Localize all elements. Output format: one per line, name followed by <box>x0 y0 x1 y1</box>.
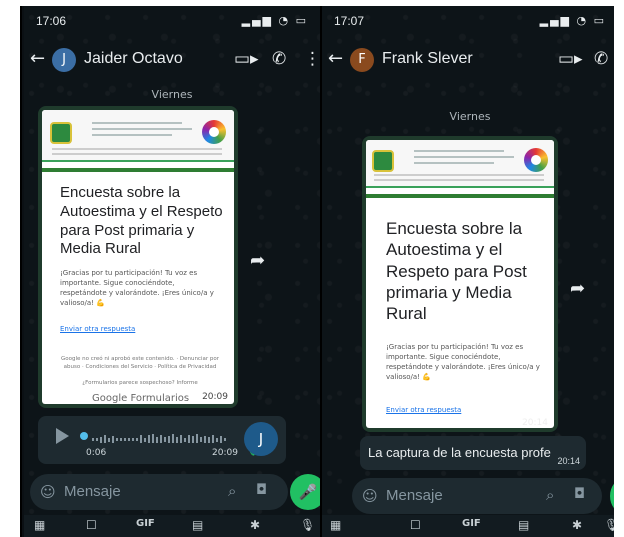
camera-icon[interactable]: ◘ <box>256 482 267 498</box>
menu-dots-icon[interactable]: ⋮ <box>304 49 320 69</box>
contact-avatar[interactable]: F <box>350 48 374 72</box>
play-icon[interactable] <box>56 428 69 444</box>
gif-button[interactable]: GIF <box>136 518 155 529</box>
voice-message[interactable]: 0:06 20:09 🎙 J <box>38 416 286 464</box>
mic-button[interactable]: 🎤 <box>290 474 320 510</box>
status-icons: ▂▄▆ ◔ ▭ <box>241 14 308 27</box>
message-input[interactable]: Mensaje <box>386 487 443 504</box>
school-header <box>366 140 554 188</box>
school-header <box>42 110 234 162</box>
forward-icon[interactable]: ➦ <box>250 250 265 271</box>
settings-icon[interactable]: ✱ <box>250 518 260 532</box>
mic-button[interactable]: 🎤 <box>610 478 614 514</box>
video-call-icon[interactable]: ▭▸ <box>234 49 259 69</box>
survey-confirmation-text: ¡Gracias por tu participación! Tu voz es… <box>386 343 540 382</box>
survey-screenshot: Encuesta sobre la Autoestima y el Respet… <box>366 140 554 428</box>
submit-another-link[interactable]: Enviar otra respuesta <box>386 406 461 414</box>
school-shield-logo <box>372 150 394 172</box>
audio-waveform[interactable] <box>92 429 232 443</box>
status-bar: 17:06 ▂▄▆ ◔ ▭ <box>24 6 320 34</box>
chat-panel-left: 17:06 ▂▄▆ ◔ ▭ ← J Jaider Octavo ▭▸ ✆ ⋮ V… <box>24 6 320 537</box>
attach-icon[interactable]: ⌕ <box>546 486 554 504</box>
message-input[interactable]: Mensaje <box>64 483 121 500</box>
day-label: Viernes <box>449 110 491 123</box>
voice-input-icon[interactable]: 🎙 <box>604 518 614 532</box>
screenshot-frame: 17:06 ▂▄▆ ◔ ▭ ← J Jaider Octavo ▭▸ ✆ ⋮ V… <box>20 6 614 537</box>
survey-title: Encuesta sobre la Autoestima y el Respet… <box>386 219 527 323</box>
text-message-bubble[interactable]: La captura de la encuesta profe 20:14 <box>360 436 586 470</box>
message-text: La captura de la encuesta profe <box>368 445 551 460</box>
audio-time: 20:09 <box>212 448 238 458</box>
message-time: 20:09 <box>202 392 228 402</box>
contact-name[interactable]: Frank Slever <box>382 50 473 68</box>
chat-header: ← J Jaider Octavo ▭▸ ✆ ⋮ <box>24 38 320 82</box>
audio-elapsed: 0:06 <box>86 448 107 458</box>
clipboard-icon[interactable]: ▤ <box>518 518 529 532</box>
camera-icon[interactable]: ◘ <box>574 486 585 502</box>
emoji-icon[interactable]: ☺ <box>362 487 378 505</box>
sticker-icon[interactable]: ☐ <box>86 518 97 532</box>
keyboard-toolbar: ▦ ☐ GIF ▤ ✱ 🎙 <box>24 515 320 537</box>
gif-button[interactable]: GIF <box>462 518 481 529</box>
chat-header: ← F Frank Slever ▭▸ ✆ <box>322 38 614 82</box>
keyboard-toolbar: ▦ ☐ GIF ▤ ✱ 🎙 <box>322 515 614 537</box>
emoji-icon[interactable]: ☺ <box>40 483 56 501</box>
sticker-icon[interactable]: ☐ <box>410 518 421 532</box>
attach-icon[interactable]: ⌕ <box>228 482 236 500</box>
back-arrow-icon[interactable]: ← <box>328 48 343 69</box>
apps-grid-icon[interactable]: ▦ <box>34 518 45 532</box>
school-round-logo <box>524 148 548 172</box>
phone-call-icon[interactable]: ✆ <box>594 49 608 69</box>
message-time: 20:14 <box>557 456 580 466</box>
message-input-bar[interactable]: ☺ Mensaje ⌕ ◘ <box>30 474 288 510</box>
survey-title: Encuesta sobre la Autoestima y el Respet… <box>60 184 223 258</box>
video-call-icon[interactable]: ▭▸ <box>558 49 583 69</box>
sender-avatar: J <box>244 422 278 456</box>
form-accent-bar <box>42 168 234 172</box>
contact-name[interactable]: Jaider Octavo <box>84 50 183 68</box>
survey-confirmation-text: ¡Gracias por tu participación! Tu voz es… <box>60 269 214 308</box>
google-forms-brand: Google Formularios <box>92 393 190 404</box>
contact-avatar[interactable]: J <box>52 48 76 72</box>
day-label: Viernes <box>151 88 193 101</box>
message-input-bar[interactable]: ☺ Mensaje ⌕ ◘ <box>352 478 602 514</box>
submit-another-link[interactable]: Enviar otra respuesta <box>60 325 135 333</box>
forward-icon[interactable]: ➦ <box>570 278 585 299</box>
playback-position-dot[interactable] <box>80 432 88 440</box>
forwarded-survey-card[interactable]: Encuesta sobre la Autoestima y el Respet… <box>38 106 238 408</box>
school-shield-logo <box>50 122 72 144</box>
report-line: ¿Formularios parece sospechoso? Informe <box>82 380 198 386</box>
survey-screenshot: Encuesta sobre la Autoestima y el Respet… <box>42 110 234 404</box>
status-time: 17:06 <box>36 14 67 28</box>
chat-panel-right: 17:07 ▂▄▆ ◔ ▭ ← F Frank Slever ▭▸ ✆ Vier… <box>322 6 614 537</box>
status-bar: 17:07 ▂▄▆ ◔ ▭ <box>322 6 614 34</box>
google-disclaimer: Google no creó ni aprobó este contenido.… <box>61 356 219 370</box>
message-time: 20:14 <box>522 418 548 428</box>
settings-icon[interactable]: ✱ <box>572 518 582 532</box>
voice-input-icon[interactable]: 🎙 <box>300 518 315 532</box>
clipboard-icon[interactable]: ▤ <box>192 518 203 532</box>
forwarded-survey-card[interactable]: Encuesta sobre la Autoestima y el Respet… <box>362 136 558 432</box>
school-round-logo <box>202 120 226 144</box>
apps-grid-icon[interactable]: ▦ <box>330 518 341 532</box>
phone-call-icon[interactable]: ✆ <box>272 49 286 69</box>
status-icons: ▂▄▆ ◔ ▭ <box>539 14 606 27</box>
status-time: 17:07 <box>334 14 365 28</box>
form-accent-bar <box>366 194 554 198</box>
back-arrow-icon[interactable]: ← <box>30 48 45 69</box>
